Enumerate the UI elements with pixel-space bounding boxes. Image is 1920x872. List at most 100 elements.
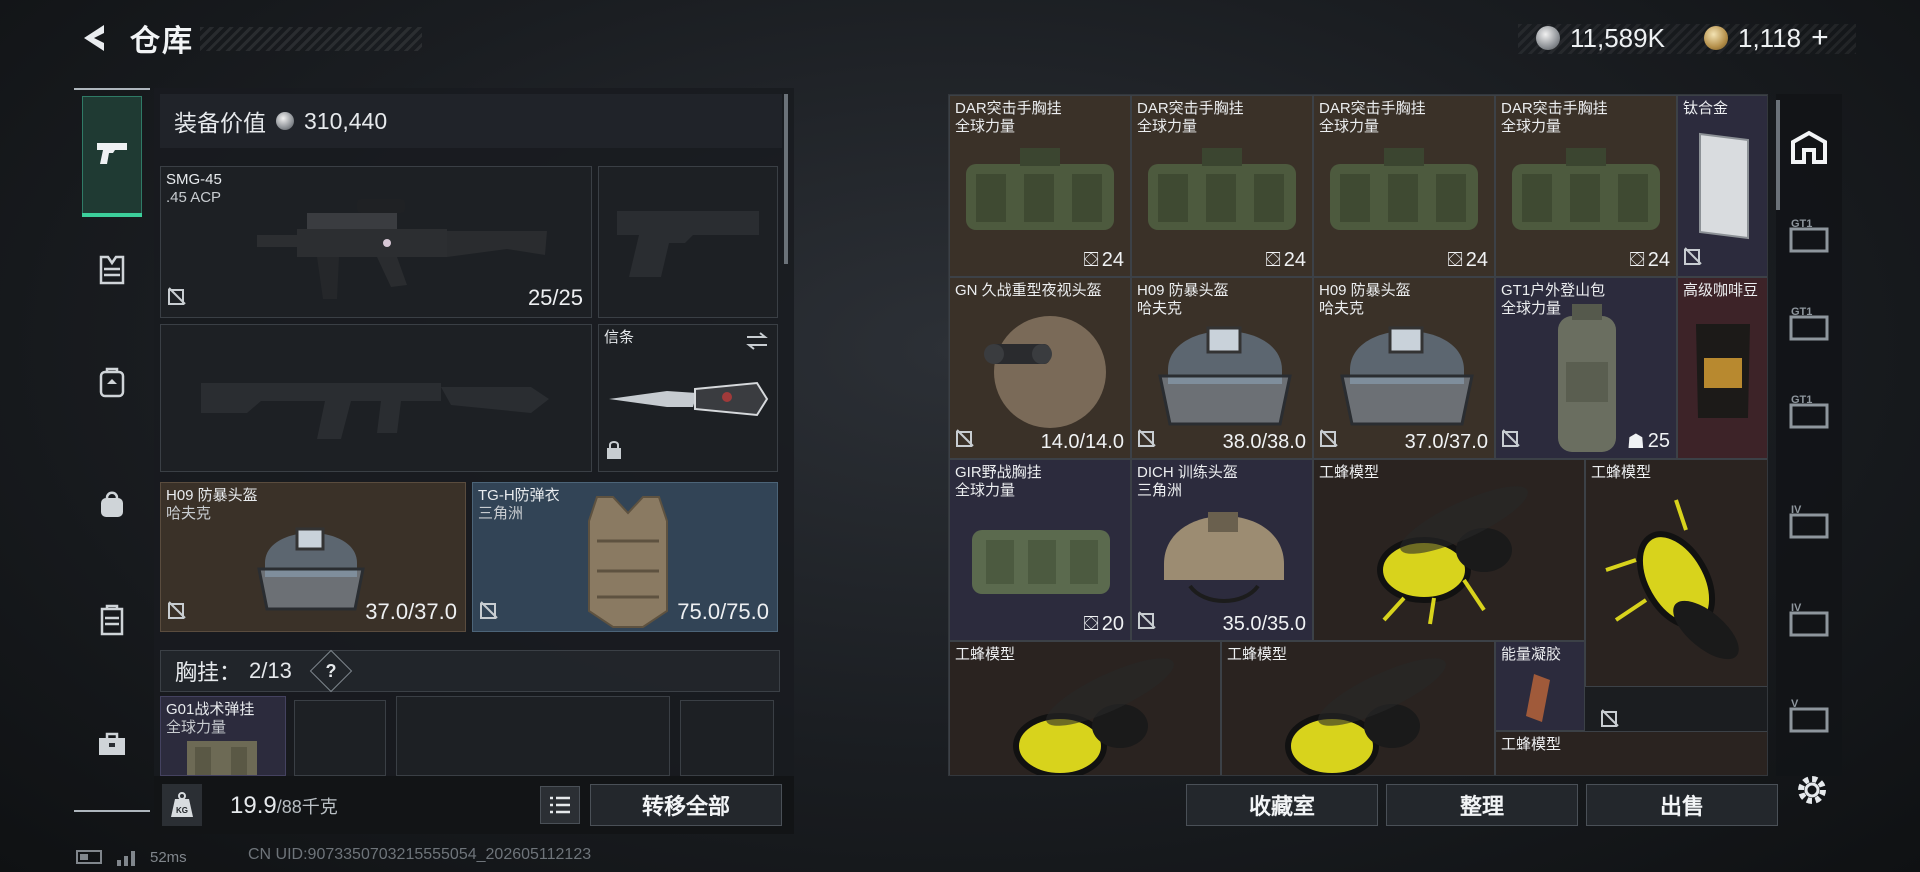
item-name: 工蜂模型	[1591, 464, 1652, 481]
gt1-case-icon: GT1	[1789, 218, 1829, 253]
swap-icon[interactable]	[745, 331, 769, 356]
worker-bee-model-image	[1285, 658, 1446, 775]
transfer-all-button[interactable]: 转移全部	[590, 784, 782, 826]
stash-item[interactable]: H09 防暴头盔 哈夫克 37.0/37.0	[1313, 277, 1495, 459]
stash-item[interactable]: 工蜂模型	[1585, 459, 1767, 687]
stash-item[interactable]: 能量凝胶	[1495, 641, 1585, 731]
melee-slot[interactable]: 信条	[598, 324, 778, 472]
stash-item[interactable]: 工蜂模型	[1495, 731, 1767, 775]
chest-rig-empty-slot[interactable]	[396, 696, 670, 776]
stash-item[interactable]: 工蜂模型	[1313, 459, 1585, 641]
silver-coin-icon	[1536, 26, 1560, 50]
stash-item[interactable]: DAR突击手胸挂 全球力量 ⛋ 24	[1495, 95, 1677, 277]
armor-slot[interactable]: TG-H防弹衣 三角洲 75.0/75.0	[472, 482, 778, 632]
tab-gt1-c[interactable]: GT1	[1784, 386, 1834, 436]
chest-rig-label: 胸挂：	[175, 660, 242, 685]
nav-divider	[74, 88, 150, 90]
chest-rig-item-slot[interactable]: G01战术弹挂 全球力量	[160, 696, 286, 776]
nav-toolbox[interactable]	[82, 716, 142, 776]
stash-item[interactable]: DAR突击手胸挂 全球力量 ⛋ 24	[949, 95, 1131, 277]
stash-item[interactable]: GIR野战胸挂 全球力量 ⛋ 20	[949, 459, 1131, 641]
no-drop-icon	[479, 600, 499, 625]
item-maker: 哈夫克	[166, 505, 212, 522]
weight-value: 19.9/88千克	[230, 792, 338, 820]
stash-item[interactable]: DAR突击手胸挂 全球力量 ⛋ 24	[1131, 95, 1313, 277]
tab-all[interactable]	[1784, 122, 1834, 172]
nav-chest-rig[interactable]	[82, 242, 142, 302]
rig-icon: ⛋	[1265, 249, 1281, 271]
list-view-button[interactable]	[540, 786, 580, 824]
add-currency-button[interactable]: +	[1811, 21, 1829, 55]
stash-item[interactable]: DICH 训练头盔 三角洲 35.0/35.0	[1131, 459, 1313, 641]
nav-backpack[interactable]	[82, 354, 142, 414]
stash-item[interactable]: H09 防暴头盔 哈夫克 38.0/38.0	[1131, 277, 1313, 459]
stash-item[interactable]: 工蜂模型	[1221, 641, 1495, 775]
organize-button[interactable]: 整理	[1386, 784, 1578, 826]
stash-item[interactable]: DAR突击手胸挂 全球力量 ⛋ 24	[1313, 95, 1495, 277]
item-name: H09 防暴头盔	[1137, 282, 1229, 299]
tab-iv-a[interactable]: IV	[1784, 496, 1834, 546]
no-drop-icon	[1683, 246, 1703, 271]
coffee-bag-image	[1696, 324, 1750, 418]
backpack-icon	[98, 366, 126, 403]
primary-weapon-slot[interactable]: SMG-45 .45 ACP 25/25	[160, 166, 592, 318]
svg-text:IV: IV	[1791, 504, 1802, 516]
stash-tabs: GT1 GT1 GT1 IV IV V	[1776, 94, 1842, 776]
tab-iv-b[interactable]: IV	[1784, 594, 1834, 644]
battery-icon	[76, 850, 102, 864]
helmet-image	[1158, 326, 1292, 426]
svg-text:V: V	[1791, 698, 1799, 710]
helmet-slot[interactable]: H09 防暴头盔 哈夫克 37.0/37.0	[160, 482, 466, 632]
no-drop-icon	[167, 286, 187, 311]
chest-rig-image	[1330, 148, 1478, 230]
smg-image	[257, 199, 547, 299]
gear-icon	[1798, 776, 1826, 804]
chest-rig-empty-slot[interactable]	[680, 700, 774, 776]
no-drop-icon	[955, 428, 975, 453]
worker-bee-model-image	[1605, 499, 1739, 660]
iv-case-icon: IV	[1789, 504, 1829, 539]
list-icon	[550, 796, 570, 814]
toolbox-icon	[97, 731, 127, 762]
weight-bar: KG 19.9/88千克 转移全部	[154, 776, 794, 834]
tab-v[interactable]: V	[1784, 690, 1834, 740]
gold-currency[interactable]: 1,118 +	[1704, 21, 1829, 55]
nav-container[interactable]	[82, 592, 142, 652]
v-case-icon: V	[1789, 698, 1829, 733]
stash-item[interactable]: GN 久战重型夜视头盔 14.0/14.0	[949, 277, 1131, 459]
nav-pouch[interactable]	[82, 476, 142, 536]
stash-item[interactable]: 钛合金	[1677, 95, 1767, 277]
back-arrow-icon[interactable]	[78, 21, 112, 55]
chest-rig-empty-slot[interactable]	[294, 700, 386, 776]
item-maker: 全球力量	[1501, 118, 1562, 135]
item-name: H09 防暴头盔	[166, 487, 258, 504]
stash-scrollbar[interactable]	[1776, 100, 1780, 210]
loadout-scrollbar[interactable]	[784, 94, 788, 264]
nav-weapons[interactable]	[82, 96, 142, 217]
stash-item[interactable]: 工蜂模型	[949, 641, 1221, 775]
help-icon[interactable]: ?	[309, 649, 353, 693]
secondary-weapon-slot[interactable]	[598, 166, 778, 318]
secondary-primary-slot[interactable]	[160, 324, 592, 472]
stash-item[interactable]: GT1户外登山包 全球力量 ☗ 25	[1495, 277, 1677, 459]
item-name: SMG-45	[166, 171, 222, 188]
no-drop-icon	[1501, 428, 1521, 453]
rig-icon: ⛋	[1083, 613, 1099, 635]
title-decoration	[200, 27, 422, 51]
pistol-placeholder-icon	[617, 211, 759, 277]
collection-room-button[interactable]: 收藏室	[1186, 784, 1378, 826]
tab-gt1-a[interactable]: GT1	[1784, 210, 1834, 260]
energy-gel-image	[1526, 674, 1550, 722]
durability: 35.0/35.0	[1222, 613, 1306, 635]
sell-button[interactable]: 出售	[1586, 784, 1778, 826]
stack-count: ⛋ 24	[1447, 249, 1488, 271]
page-header: 仓库	[78, 18, 194, 58]
lock-icon	[605, 440, 623, 465]
no-drop-icon	[1319, 428, 1339, 453]
settings-button[interactable]	[1794, 772, 1830, 813]
tab-gt1-b[interactable]: GT1	[1784, 298, 1834, 348]
item-maker: 三角洲	[478, 505, 524, 522]
stash-item[interactable]: 高级咖啡豆	[1677, 277, 1767, 459]
pistol-icon	[95, 140, 129, 171]
training-helmet-image	[1164, 512, 1284, 603]
